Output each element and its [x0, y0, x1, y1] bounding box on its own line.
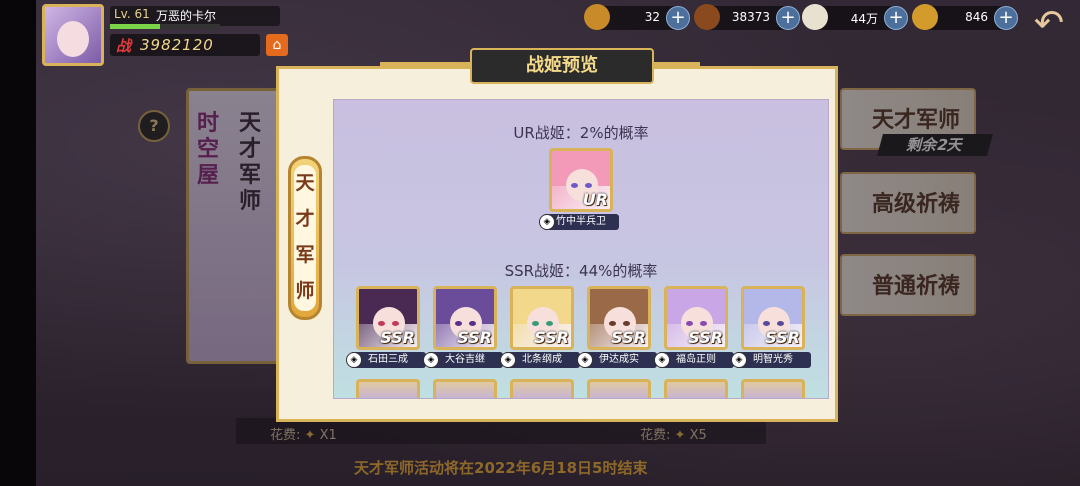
preview-modal: UR战姬：2%的概率 SSR战姬：44%的概率 UR ◈ 竹中半兵卫 SSR ◈ 石田三成… [276, 66, 838, 422]
resource-gem: 32 + [584, 4, 690, 30]
character-name: ◈ 竹中半兵卫 [539, 214, 619, 230]
character-card-peek[interactable] [587, 379, 651, 398]
character-card-peek[interactable] [433, 379, 497, 398]
player-level: Lv. 61 [114, 7, 150, 21]
coin-icon [694, 4, 720, 30]
class-icon: ◈ [423, 352, 439, 368]
ur-section-title: UR战姬：2%的概率 [513, 124, 649, 142]
resource-gold: 846 + [912, 4, 1018, 30]
character-card-peek[interactable] [510, 379, 574, 398]
class-icon: ◈ [577, 352, 593, 368]
add-gem-button[interactable]: + [666, 6, 690, 30]
power-value: 3982120 [140, 36, 214, 54]
class-icon: ◈ [731, 352, 747, 368]
home-icon[interactable]: ⌂ [266, 34, 288, 56]
character-name-text: 福岛正则 [676, 354, 716, 365]
character-card[interactable]: SSR [587, 286, 651, 350]
resource-value: 44万 [850, 12, 878, 26]
character-card[interactable]: SSR [356, 286, 420, 350]
resource-value: 846 [965, 10, 988, 24]
player-panel[interactable]: Lv. 61 万恶的卡尔 战 3982120 ⌂ [42, 4, 288, 66]
character-card[interactable]: SSR [664, 286, 728, 350]
rank-label: SSR [611, 328, 646, 347]
character-name-text: 石田三成 [368, 354, 408, 365]
resource-rice: 44万 + [802, 4, 908, 30]
back-arrow-icon[interactable]: ↶ [1026, 4, 1072, 44]
character-name: ◈ 福岛正则 [654, 352, 734, 368]
rank-label: SSR [457, 328, 492, 347]
rank-label: SSR [688, 328, 723, 347]
power-label: 战 [116, 37, 132, 55]
character-card-peek[interactable] [356, 379, 420, 398]
character-name: ◈ 伊达成实 [577, 352, 657, 368]
character-name: ◈ 石田三成 [346, 352, 426, 368]
add-coin-button[interactable]: + [776, 6, 800, 30]
modal-title: 战姬预览 [470, 48, 654, 84]
gold-bar-icon [912, 4, 938, 30]
ssr-section-title: SSR战姬：44%的概率 [504, 262, 658, 280]
character-card[interactable]: SSR [741, 286, 805, 350]
rank-label: UR [582, 190, 608, 209]
class-icon: ◈ [539, 214, 555, 230]
exp-bar [110, 24, 220, 29]
character-name-text: 北条纲成 [522, 354, 562, 365]
character-name: ◈ 明智光秀 [731, 352, 811, 368]
add-gold-button[interactable]: + [994, 6, 1018, 30]
rank-label: SSR [765, 328, 800, 347]
gem-icon [584, 4, 610, 30]
class-icon: ◈ [346, 352, 362, 368]
character-card[interactable]: SSR [433, 286, 497, 350]
character-name-text: 大谷吉继 [445, 354, 485, 365]
power-display: 战 3982120 [110, 34, 260, 56]
add-rice-button[interactable]: + [884, 6, 908, 30]
rank-label: SSR [534, 328, 569, 347]
avatar[interactable] [42, 4, 104, 66]
character-name: ◈ 北条纲成 [500, 352, 580, 368]
character-name-text: 竹中半兵卫 [556, 216, 606, 227]
rank-label: SSR [380, 328, 415, 347]
tab-label: 天才军师 [294, 165, 316, 311]
character-card-peek[interactable] [741, 379, 805, 398]
class-icon: ◈ [500, 352, 516, 368]
tab-genius-strategist[interactable]: 天才军师 [288, 156, 322, 320]
player-name: 万恶的卡尔 [156, 9, 217, 23]
character-card[interactable]: UR [549, 148, 613, 212]
resource-value: 32 [644, 10, 660, 24]
resource-coin: 38373 + [694, 4, 800, 30]
character-name-text: 伊达成实 [599, 354, 639, 365]
level-row: Lv. 61 万恶的卡尔 [110, 6, 280, 26]
character-card[interactable]: SSR [510, 286, 574, 350]
character-name: ◈ 大谷吉继 [423, 352, 503, 368]
character-card-peek[interactable] [664, 379, 728, 398]
resource-value: 38373 [731, 10, 770, 24]
class-icon: ◈ [654, 352, 670, 368]
preview-list[interactable]: UR战姬：2%的概率 SSR战姬：44%的概率 UR ◈ 竹中半兵卫 SSR ◈ 石田三成… [333, 99, 829, 399]
character-name-text: 明智光秀 [753, 354, 793, 365]
rice-icon [802, 4, 828, 30]
